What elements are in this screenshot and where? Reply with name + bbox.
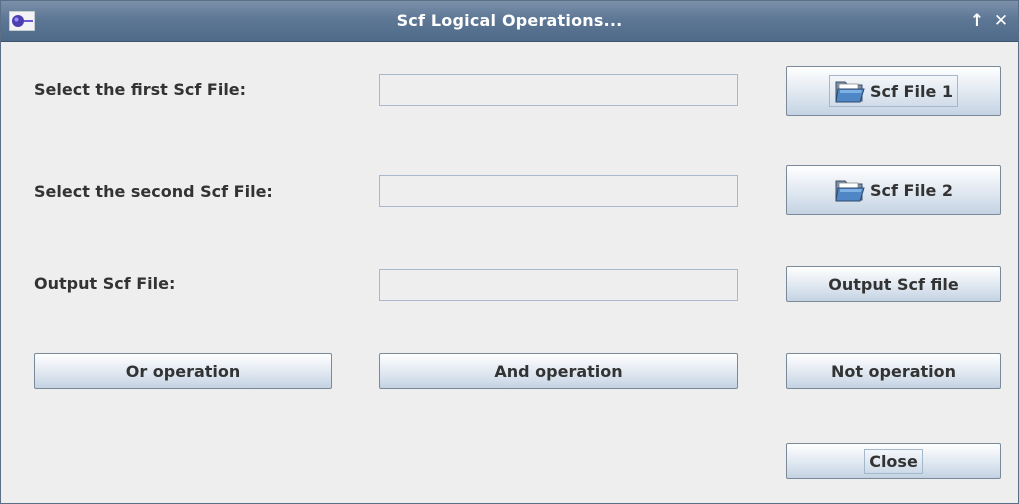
first-scf-file-label: Select the first Scf File: [34, 80, 247, 99]
scf-file-1-label: Scf File 1 [870, 81, 953, 101]
scf-file-1-button[interactable]: Scf File 1 [786, 66, 1001, 116]
window-title: Scf Logical Operations... [396, 11, 623, 30]
folder-open-icon [835, 81, 865, 103]
second-scf-file-field[interactable] [379, 175, 738, 207]
title-bar[interactable]: Scf Logical Operations... ↑ ✕ [1, 1, 1018, 42]
maximize-icon[interactable]: ↑ [967, 10, 987, 32]
second-scf-file-label: Select the second Scf File: [34, 182, 273, 201]
scf-file-2-label: Scf File 2 [870, 180, 953, 200]
folder-open-icon [835, 180, 865, 202]
and-operation-button[interactable]: And operation [379, 353, 738, 389]
output-scf-file-button[interactable]: Output Scf file [786, 266, 1001, 302]
output-scf-file-label: Output Scf File: [34, 274, 176, 293]
close-button-label: Close [869, 451, 918, 471]
scf-logical-operations-dialog: Scf Logical Operations... ↑ ✕ Select the… [0, 0, 1019, 504]
scf-file-2-button[interactable]: Scf File 2 [786, 165, 1001, 215]
dialog-content: Select the first Scf File: Scf File 1 Se… [1, 42, 1018, 503]
or-operation-button[interactable]: Or operation [34, 353, 332, 389]
output-scf-file-field[interactable] [379, 269, 738, 301]
first-scf-file-field[interactable] [379, 74, 738, 106]
not-operation-button[interactable]: Not operation [786, 353, 1001, 389]
close-icon[interactable]: ✕ [991, 10, 1011, 32]
close-button[interactable]: Close [786, 443, 1001, 479]
